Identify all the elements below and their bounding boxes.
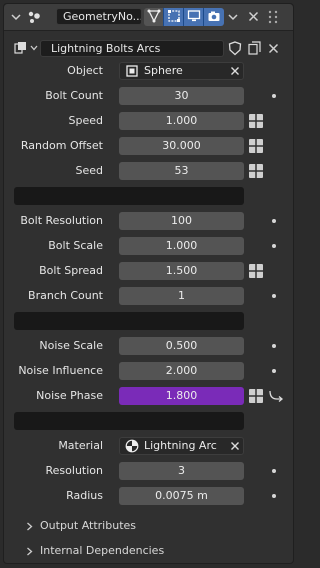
geometry-nodes-icon: [26, 9, 42, 25]
object-square-icon: [126, 65, 138, 77]
noise-phase-field[interactable]: 1.800: [119, 387, 244, 405]
node-group-name-field[interactable]: Lightning Bolts Arcs: [40, 40, 224, 57]
noise-influence-field[interactable]: 2.000: [119, 362, 244, 380]
edit-mode-toggle[interactable]: [164, 8, 184, 26]
noise-phase-label: Noise Phase: [36, 389, 103, 402]
node-tree-icon[interactable]: [14, 41, 28, 55]
radius-label: Radius: [66, 489, 103, 502]
vertex-triangle-icon: [147, 9, 161, 26]
random-offset-attribute-toggle-icon[interactable]: [248, 138, 264, 154]
monitor-icon: [187, 9, 201, 26]
separator-bar: [14, 187, 244, 205]
edit-mode-icon: [167, 9, 181, 26]
separator-bar: [14, 312, 244, 330]
camera-icon: [207, 9, 221, 26]
bolt-resolution-label: Bolt Resolution: [20, 214, 103, 227]
bolt-scale-label: Bolt Scale: [48, 239, 103, 252]
radius-field[interactable]: 0.0075 m: [119, 487, 244, 505]
subpanel-internal-dependencies[interactable]: Internal Dependencies: [27, 543, 165, 559]
object-label: Object: [67, 64, 103, 77]
duplicate-icon[interactable]: [248, 41, 261, 55]
bolt-resolution-field[interactable]: 100: [119, 212, 244, 230]
seed-field[interactable]: 53: [119, 162, 244, 180]
clear-material-icon[interactable]: [230, 441, 240, 451]
modifier-toggles: [144, 8, 224, 26]
bolt-spread-field[interactable]: 1.500: [119, 262, 244, 280]
modifier-name-field[interactable]: GeometryNo...: [56, 8, 142, 25]
material-label: Material: [58, 439, 103, 452]
subpanel-label: Internal Dependencies: [40, 544, 165, 557]
node-group-dropdown-icon[interactable]: [30, 45, 38, 51]
noise-influence-keyframe-dot[interactable]: [272, 369, 276, 373]
material-value: Lightning Arc: [144, 439, 217, 452]
noise-scale-field[interactable]: 0.500: [119, 337, 244, 355]
viewport-toggle[interactable]: [184, 8, 204, 26]
separator-bar: [14, 412, 244, 430]
bolt-spread-label: Bolt Spread: [39, 264, 103, 277]
speed-label: Speed: [68, 114, 103, 127]
chevron-right-icon: [26, 547, 33, 556]
fake-user-shield-icon[interactable]: [228, 41, 242, 56]
random-offset-field[interactable]: 30.000: [119, 137, 244, 155]
render-toggle[interactable]: [204, 8, 224, 26]
branch-count-keyframe-dot[interactable]: [272, 294, 276, 298]
close-icon[interactable]: [248, 11, 259, 22]
resolution-keyframe-dot[interactable]: [272, 469, 276, 473]
bolt-count-label: Bolt Count: [45, 89, 103, 102]
bolt-count-field[interactable]: 30: [119, 87, 244, 105]
modifier-header: GeometryNo...: [4, 4, 293, 31]
speed-attribute-toggle-icon[interactable]: [248, 113, 264, 129]
object-value: Sphere: [144, 64, 183, 77]
driver-curve-arrow-icon[interactable]: [268, 390, 284, 404]
noise-phase-attribute-toggle-icon[interactable]: [248, 388, 264, 404]
noise-influence-label: Noise Influence: [18, 364, 103, 377]
subpanel-label: Output Attributes: [40, 519, 137, 532]
dropdown-chevron-icon[interactable]: [228, 13, 238, 21]
branch-count-field[interactable]: 1: [119, 287, 244, 305]
radius-keyframe-dot[interactable]: [272, 494, 276, 498]
bolt-spread-attribute-toggle-icon[interactable]: [248, 263, 264, 279]
seed-label: Seed: [75, 164, 104, 177]
on-cage-toggle[interactable]: [144, 8, 164, 26]
resolution-label: Resolution: [45, 464, 103, 477]
bolt-count-keyframe-dot[interactable]: [272, 94, 276, 98]
collapse-chevron-icon[interactable]: [11, 12, 21, 22]
chevron-right-icon: [26, 522, 33, 531]
random-offset-label: Random Offset: [20, 139, 103, 152]
seed-attribute-toggle-icon[interactable]: [248, 163, 264, 179]
noise-scale-keyframe-dot[interactable]: [272, 344, 276, 348]
unlink-close-icon[interactable]: [268, 43, 279, 54]
bolt-resolution-keyframe-dot[interactable]: [272, 219, 276, 223]
modifier-panel: GeometryNo... Lightning Bolts Arcs Objec…: [3, 3, 294, 564]
drag-handle-icon[interactable]: [266, 9, 280, 25]
noise-scale-label: Noise Scale: [39, 339, 103, 352]
object-field[interactable]: Sphere: [119, 62, 244, 80]
material-sphere-icon: [125, 439, 139, 453]
bolt-scale-field[interactable]: 1.000: [119, 237, 244, 255]
subpanel-output-attributes[interactable]: Output Attributes: [27, 518, 137, 534]
bolt-scale-keyframe-dot[interactable]: [272, 244, 276, 248]
speed-field[interactable]: 1.000: [119, 112, 244, 130]
resolution-field[interactable]: 3: [119, 462, 244, 480]
clear-object-icon[interactable]: [230, 66, 240, 76]
branch-count-label: Branch Count: [28, 289, 103, 302]
material-field[interactable]: Lightning Arc: [119, 437, 244, 455]
